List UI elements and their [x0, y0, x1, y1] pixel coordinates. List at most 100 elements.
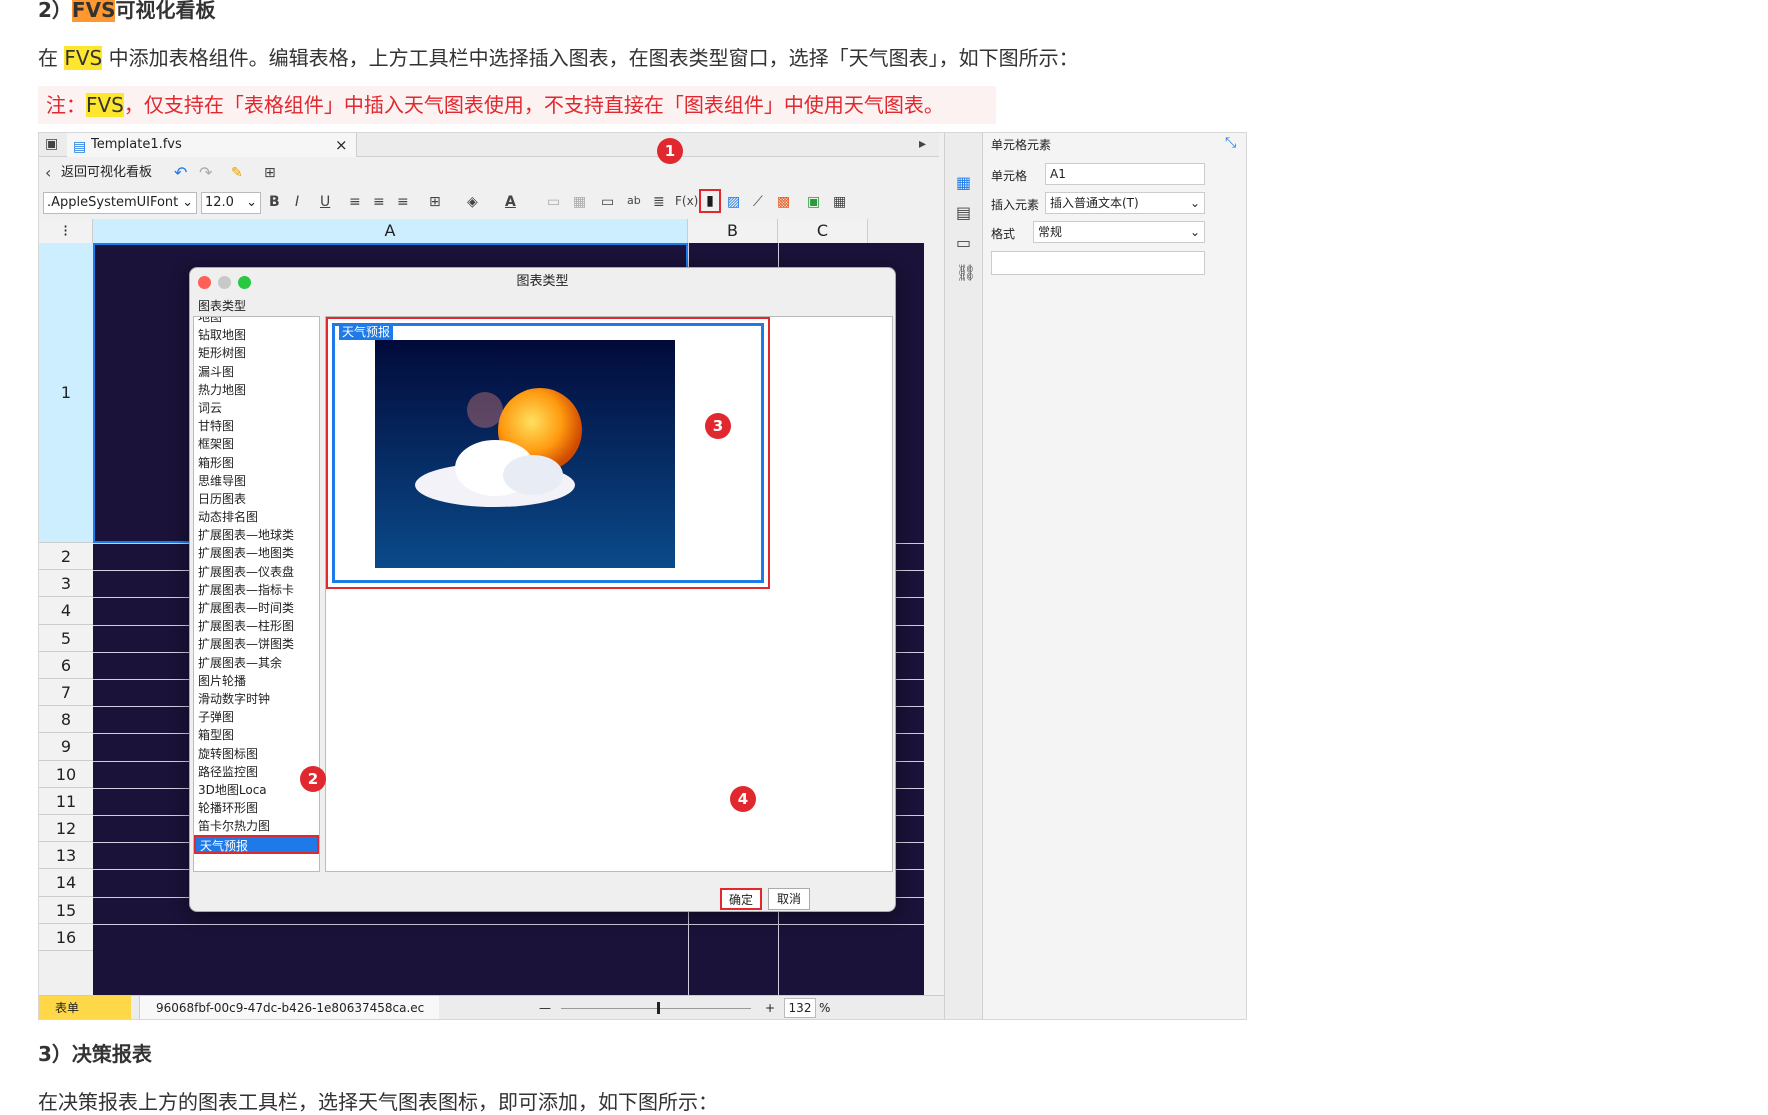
chart-type-item[interactable]: 扩展图表—指标卡 [194, 581, 319, 599]
row-header[interactable]: 7 [39, 679, 93, 707]
column-header-a[interactable]: A [93, 219, 688, 243]
chart-type-item[interactable]: 思维导图 [194, 472, 319, 490]
row-header[interactable]: 14 [39, 869, 93, 897]
cell-field[interactable]: A1 [1045, 163, 1205, 185]
fill-color-icon[interactable]: ◈ [467, 194, 478, 210]
chevron-left-icon[interactable]: ‹ [45, 159, 51, 187]
zoom-in-button[interactable]: + [765, 996, 775, 1019]
chart-type-item[interactable]: 扩展图表—饼图类 [194, 635, 319, 653]
collapse-icon[interactable]: ⤡ [1225, 135, 1236, 151]
insert-slash-icon[interactable]: ⟋ [753, 194, 763, 210]
zoom-slider-thumb[interactable] [657, 1002, 660, 1014]
chart-type-list[interactable]: 地图 钻取地图 矩形树图 漏斗图 热力地图 词云 甘特图 框架图 箱形图 思维导图 日历图表 动态排名… [193, 316, 320, 872]
chart-type-item[interactable]: 热力地图 [194, 381, 319, 399]
chart-type-item[interactable]: 箱型图 [194, 726, 319, 744]
cancel-button[interactable]: 取消 [768, 888, 810, 910]
chart-type-item[interactable]: 框架图 [194, 435, 319, 453]
weather-preview-card[interactable]: 天气预报 [326, 317, 770, 589]
row-header[interactable]: 16 [39, 923, 93, 951]
chart-type-item[interactable]: 漏斗图 [194, 363, 319, 381]
format-select[interactable]: 常规 ⌄ [1033, 221, 1205, 243]
row-header[interactable]: 5 [39, 624, 93, 652]
chart-type-item[interactable]: 笛卡尔热力图 [194, 817, 319, 835]
row-header[interactable]: 10 [39, 760, 93, 788]
chart-type-item[interactable]: 子弹图 [194, 708, 319, 726]
chart-type-item[interactable]: 甘特图 [194, 417, 319, 435]
insert-field-icon[interactable]: ▭ [601, 194, 614, 210]
chart-type-item[interactable]: 扩展图表—地球类 [194, 526, 319, 544]
chart-type-item[interactable]: 扩展图表—柱形图 [194, 617, 319, 635]
chart-type-item[interactable]: 轮播环形图 [194, 799, 319, 817]
row-header[interactable]: 8 [39, 706, 93, 734]
column-header-c[interactable]: C [778, 219, 868, 243]
font-size-select[interactable]: 12.0 ⌄ [201, 192, 261, 214]
chart-type-item[interactable]: 地图 [194, 317, 319, 326]
insert-picture-icon[interactable]: ▩ [777, 194, 790, 210]
chart-type-item[interactable]: 扩展图表—仪表盘 [194, 563, 319, 581]
align-center-icon[interactable]: ≡ [373, 194, 385, 210]
format-brush-icon[interactable]: ✎ [231, 159, 243, 187]
row-header[interactable]: 3 [39, 570, 93, 598]
align-right-icon[interactable]: ≡ [397, 194, 409, 210]
file-tab[interactable]: 96068fbf-00c9-47dc-b426-1e80637458ca.ec [139, 996, 439, 1019]
row-header[interactable]: 15 [39, 896, 93, 924]
align-left-icon[interactable]: ≡ [349, 194, 361, 210]
cell-attribute-icon[interactable]: ▤ [956, 203, 971, 222]
widget-icon[interactable]: ▭ [956, 233, 971, 252]
chart-type-item[interactable]: 旋转图标图 [194, 745, 319, 763]
zoom-slider[interactable] [561, 1008, 751, 1009]
formula-icon[interactable]: F(x) [675, 194, 698, 208]
cell-element-icon[interactable]: ▦ [956, 173, 971, 192]
chart-type-item[interactable]: 图片轮播 [194, 672, 319, 690]
font-color-icon[interactable]: A [505, 194, 516, 210]
chart-type-item[interactable]: 扩展图表—地图类 [194, 544, 319, 562]
link-icon[interactable]: ⛓ [956, 263, 976, 282]
insert-table-icon[interactable]: ⊞ [264, 159, 276, 187]
export-icon[interactable]: ▸ [919, 136, 926, 152]
row-header[interactable]: 6 [39, 651, 93, 679]
content-field[interactable] [991, 251, 1205, 275]
split-cells-icon[interactable]: ▦ [573, 194, 586, 210]
chart-type-item[interactable]: 箱形图 [194, 454, 319, 472]
chart-type-item[interactable]: 矩形树图 [194, 344, 319, 362]
row-header[interactable]: 9 [39, 733, 93, 761]
chart-type-item[interactable]: 钻取地图 [194, 326, 319, 344]
insert-image-icon[interactable]: ▨ [727, 194, 740, 210]
close-tab-icon[interactable]: × [335, 133, 348, 157]
subreport-icon[interactable]: ▣ [807, 194, 820, 210]
redo-icon[interactable]: ↷ [199, 159, 212, 187]
chart-type-item[interactable]: 天气预报 [194, 835, 319, 854]
row-header[interactable]: 2 [39, 543, 93, 571]
corner-cell[interactable]: ⁝ [39, 219, 93, 243]
chart-type-item[interactable]: 日历图表 [194, 490, 319, 508]
insert-richtext-icon[interactable]: ≣ [653, 194, 665, 210]
merge-cells-icon[interactable]: ▭ [547, 194, 560, 210]
table-icon[interactable]: ▦ [833, 194, 846, 210]
insert-text-icon[interactable]: ab [627, 194, 641, 207]
row-header[interactable]: 13 [39, 842, 93, 870]
row-header[interactable]: 1 [39, 243, 93, 543]
chart-type-item[interactable]: 词云 [194, 399, 319, 417]
italic-icon[interactable]: I [295, 194, 299, 210]
chart-type-item[interactable]: 动态排名图 [194, 508, 319, 526]
zoom-out-button[interactable]: — [539, 996, 551, 1019]
row-header[interactable]: 4 [39, 597, 93, 625]
back-to-dashboard-button[interactable]: 返回可视化看板 [61, 159, 152, 187]
undo-icon[interactable]: ↶ [174, 159, 187, 187]
chart-type-item[interactable]: 滑动数字时钟 [194, 690, 319, 708]
bold-icon[interactable]: B [269, 194, 280, 210]
underline-icon[interactable]: U [320, 194, 330, 210]
font-family-select[interactable]: .AppleSystemUIFont ⌄ [43, 192, 197, 214]
row-header[interactable]: 12 [39, 815, 93, 843]
template-icon[interactable]: ▣ [45, 136, 58, 152]
confirm-button[interactable]: 确定 [720, 888, 762, 910]
insert-element-select[interactable]: 插入普通文本(T) ⌄ [1045, 192, 1205, 214]
column-header-b[interactable]: B [688, 219, 778, 243]
insert-chart-icon[interactable]: ▮ [699, 189, 721, 213]
zoom-value[interactable]: 132 [784, 998, 816, 1018]
border-icon[interactable]: ⊞ [429, 194, 441, 210]
chart-type-item[interactable]: 扩展图表—时间类 [194, 599, 319, 617]
tab-template[interactable]: ▤ Template1.fvs × [67, 133, 357, 157]
chart-type-item[interactable]: 扩展图表—其余 [194, 654, 319, 672]
row-header[interactable]: 11 [39, 787, 93, 815]
